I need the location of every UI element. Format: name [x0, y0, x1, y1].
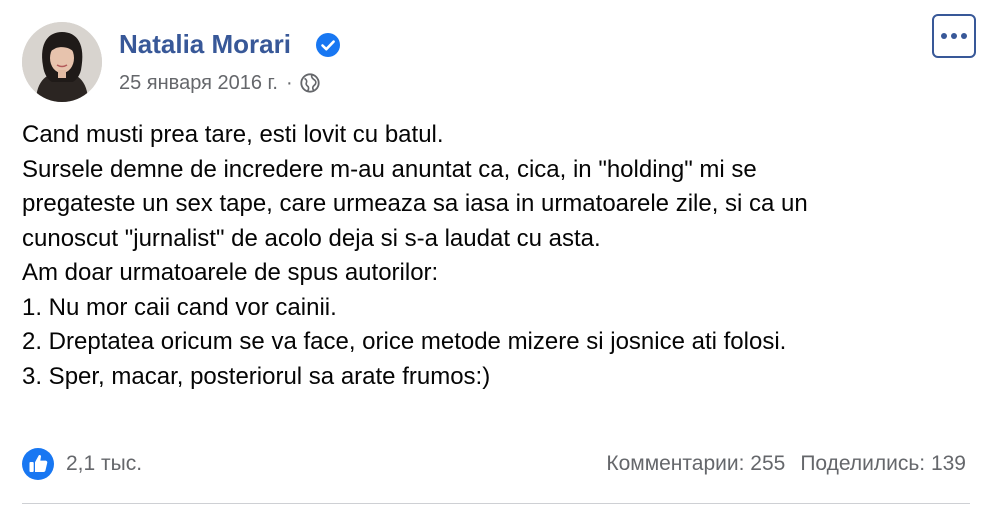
avatar-photo [22, 22, 102, 102]
post-text-line: 1. Nu mor caii cand vor cainii. [22, 293, 337, 321]
post-meta: 25 января 2016 г. · [119, 69, 321, 97]
post-text-line: Am doar urmatoarele de spus autorilor: [22, 259, 439, 286]
post-timestamp[interactable]: 25 января 2016 г. [119, 72, 278, 95]
post-text-line: cunoscut "jurnalist" de acolo deja si s-… [22, 224, 601, 252]
facebook-post: Natalia Morari 25 января 2016 г. · Cand … [0, 0, 992, 518]
more-options-icon [961, 33, 967, 39]
footer-divider [22, 503, 970, 504]
comments-count-link[interactable]: Комментарии: 255 [606, 452, 785, 476]
shares-count-link[interactable]: Поделились: 139 [800, 452, 966, 476]
post-text-line: 3. Sper, macar, posteriorul sa arate fru… [22, 362, 491, 390]
reactions-summary[interactable]: 2,1 тыс. [22, 446, 142, 482]
verified-badge-icon [316, 33, 340, 57]
post-stats: Комментарии: 255 Поделились: 139 [606, 446, 966, 482]
more-options-icon [941, 33, 947, 39]
meta-separator: · [285, 71, 293, 94]
globe-icon[interactable] [299, 72, 321, 94]
more-options-button[interactable] [932, 14, 976, 58]
more-options-icon [951, 33, 957, 39]
author-avatar[interactable] [22, 22, 102, 102]
post-text-line: pregateste un sex tape, care urmeaza sa … [22, 190, 808, 217]
like-icon [22, 448, 54, 480]
post-text-line: Cand musti prea tare, esti lovit cu batu… [22, 121, 444, 148]
post-text: Cand musti prea tare, esti lovit cu batu… [22, 118, 972, 394]
post-text-line: Sursele demne de incredere m-au anuntat … [22, 155, 757, 183]
post-text-line: 2. Dreptatea oricum se va face, orice me… [22, 328, 787, 355]
author-name[interactable]: Natalia Morari [119, 29, 291, 60]
reaction-count: 2,1 тыс. [66, 452, 143, 475]
